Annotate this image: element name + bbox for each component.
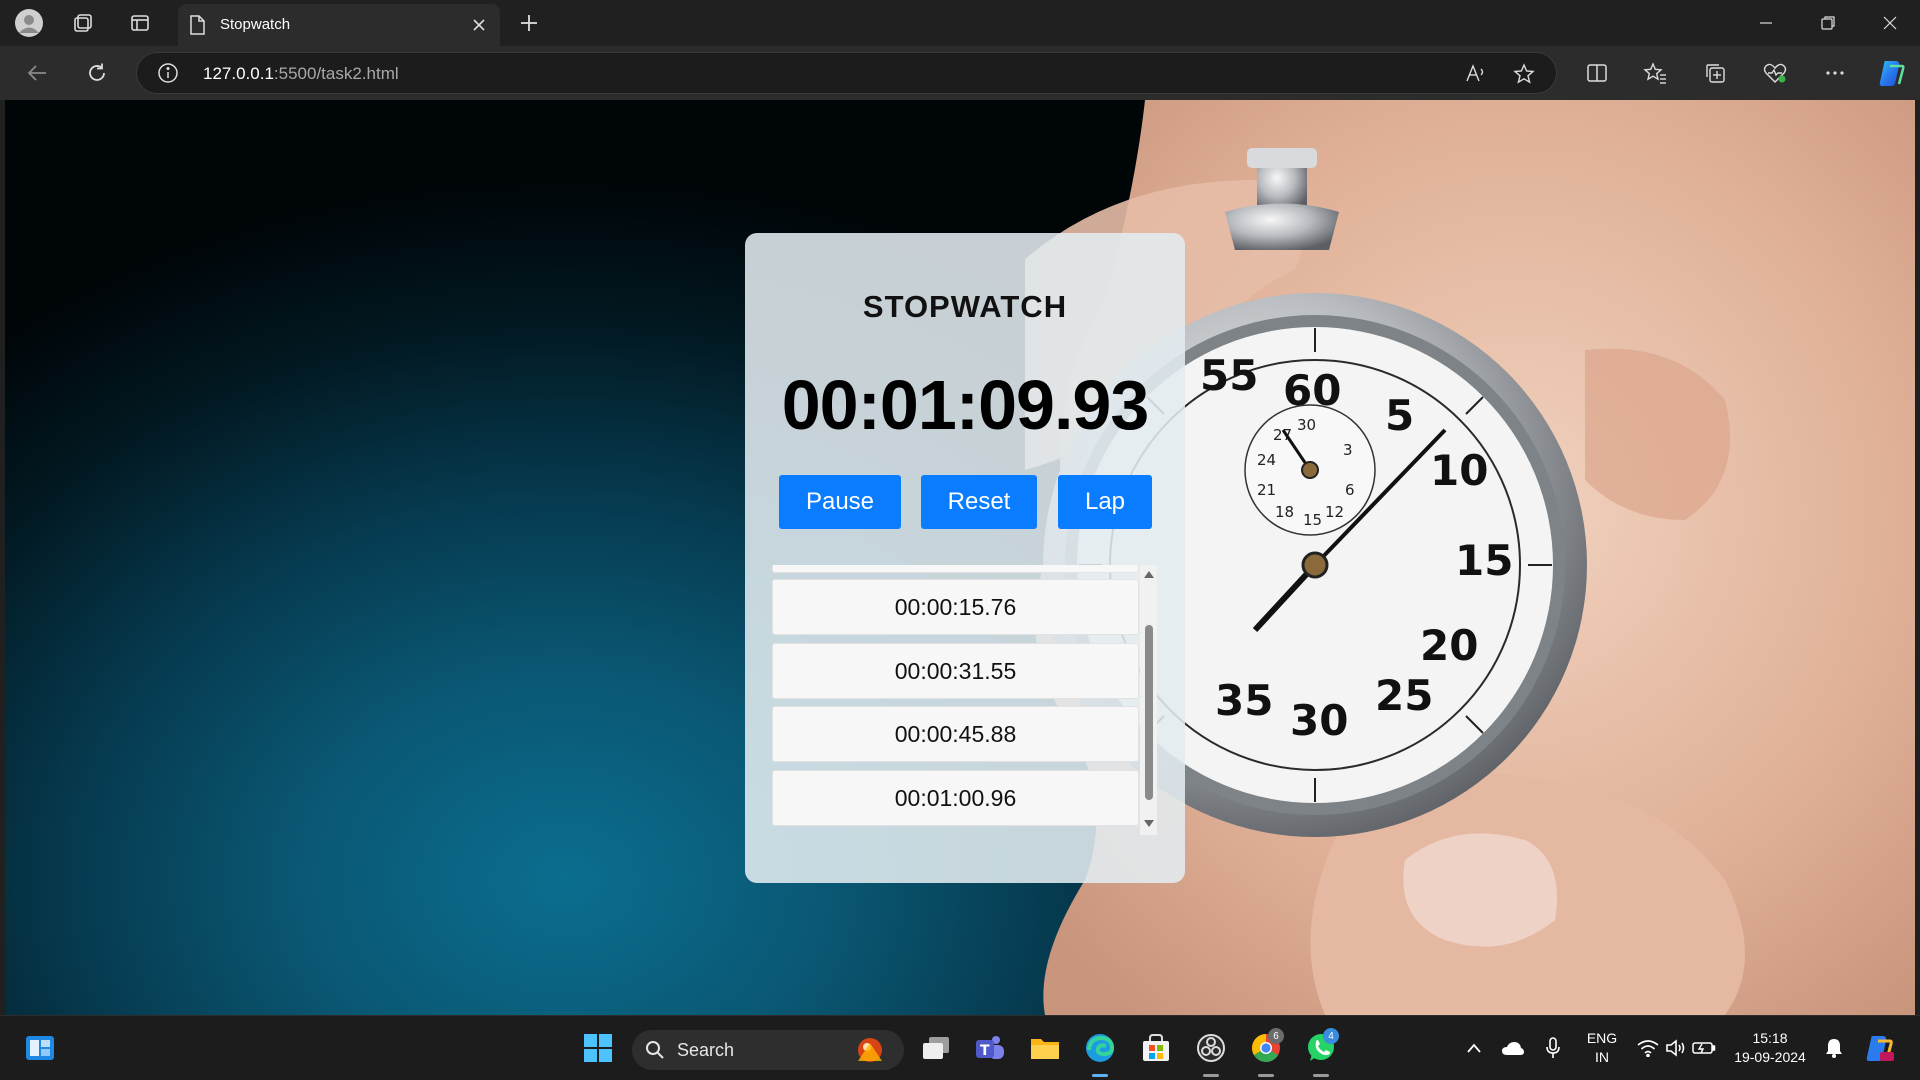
close-window-icon[interactable] — [1860, 0, 1920, 46]
svg-text:24: 24 — [1257, 451, 1276, 469]
tab-stopwatch[interactable]: Stopwatch — [178, 4, 500, 46]
lap-row-partial — [772, 565, 1139, 573]
restore-icon[interactable] — [1798, 0, 1858, 46]
pause-button[interactable]: Pause — [779, 475, 901, 529]
svg-text:35: 35 — [1215, 676, 1273, 725]
more-icon[interactable] — [1818, 56, 1852, 90]
obs-active-indicator — [1203, 1074, 1219, 1077]
clock-time: 15:18 — [1752, 1030, 1788, 1046]
chevron-up-icon[interactable] — [1454, 1028, 1494, 1068]
taskbar-search[interactable]: Search — [632, 1030, 904, 1070]
browser-titlebar: Stopwatch — [0, 0, 1920, 46]
svg-text:25: 25 — [1375, 671, 1433, 720]
favorite-star-icon[interactable] — [1511, 61, 1537, 87]
page-viewport: 60 5 10 15 20 25 30 35 55 30 3 6 12 15 18 21… — [5, 100, 1915, 1015]
back-icon[interactable] — [20, 56, 54, 90]
lap-row: 00:00:15.76 — [772, 579, 1139, 635]
svg-text:30: 30 — [1290, 696, 1348, 745]
svg-text:30: 30 — [1297, 416, 1316, 434]
time-display: 00:01:09.93 — [781, 366, 1150, 444]
lap-button[interactable]: Lap — [1058, 475, 1152, 529]
chrome-active-indicator — [1258, 1074, 1274, 1077]
svg-text:18: 18 — [1275, 503, 1294, 521]
edge-active-indicator — [1092, 1074, 1108, 1077]
search-highlight-icon — [858, 1038, 882, 1062]
close-icon[interactable] — [468, 14, 490, 36]
lap-row: 00:00:45.88 — [772, 706, 1139, 762]
battery-icon[interactable] — [1684, 1028, 1724, 1068]
plus-icon[interactable] — [514, 8, 544, 38]
notification-icon[interactable] — [1814, 1028, 1854, 1068]
collections-icon[interactable] — [1698, 56, 1732, 90]
search-label: Search — [677, 1040, 735, 1060]
page-icon — [188, 15, 206, 39]
whatsapp-badge: 4 — [1323, 1028, 1339, 1044]
svg-text:5: 5 — [1385, 391, 1414, 440]
svg-text:20: 20 — [1420, 621, 1478, 670]
copilot-icon[interactable] — [1874, 56, 1908, 90]
minimize-icon[interactable] — [1736, 0, 1796, 46]
svg-text:3: 3 — [1343, 441, 1353, 459]
chrome-badge: 6 — [1268, 1028, 1284, 1044]
profile-icon[interactable] — [14, 8, 44, 38]
svg-text:21: 21 — [1257, 481, 1276, 499]
copilot-taskbar-icon[interactable] — [1860, 1028, 1900, 1068]
svg-text:10: 10 — [1430, 446, 1488, 495]
widgets-icon[interactable] — [20, 1028, 60, 1068]
microphone-icon[interactable] — [1533, 1028, 1573, 1068]
svg-text:55: 55 — [1200, 351, 1258, 400]
refresh-icon[interactable] — [80, 56, 114, 90]
address-toolbar: 127.0.0.1:5500/task2.html — [0, 46, 1920, 100]
url-text: 127.0.0.1:5500/task2.html — [203, 64, 399, 84]
lap-row: 00:00:31.55 — [772, 643, 1139, 699]
workspaces-icon[interactable] — [68, 8, 98, 38]
stopwatch-card: STOPWATCH 00:01:09.93 Pause Reset Lap 00… — [745, 233, 1185, 883]
tab-title: Stopwatch — [220, 16, 291, 33]
app-title: STOPWATCH — [862, 289, 1068, 324]
scroll-up-icon[interactable] — [1143, 569, 1155, 579]
svg-text:T: T — [980, 1043, 990, 1059]
address-bar[interactable]: 127.0.0.1:5500/task2.html — [136, 52, 1557, 94]
clock-date: 19-09-2024 — [1734, 1049, 1806, 1065]
lap-list-scrollbar[interactable] — [1140, 565, 1157, 835]
read-aloud-icon[interactable] — [1463, 61, 1489, 87]
favorites-icon[interactable] — [1638, 56, 1672, 90]
svg-text:6: 6 — [1345, 481, 1355, 499]
svg-text:12: 12 — [1325, 503, 1344, 521]
split-screen-icon[interactable] — [1580, 56, 1614, 90]
scroll-down-icon[interactable] — [1143, 819, 1155, 829]
svg-text:15: 15 — [1303, 511, 1322, 529]
taskbar: Search T 6 4 ENG IN 15:18 19-09-2024 — [0, 1015, 1920, 1080]
lap-list[interactable]: 00:00:15.76 00:00:31.55 00:00:45.88 00:0… — [772, 565, 1139, 835]
language-code: ENG — [1586, 1030, 1618, 1046]
onedrive-icon[interactable] — [1493, 1028, 1533, 1068]
lap-row: 00:01:00.96 — [772, 770, 1139, 826]
region-code: IN — [1595, 1049, 1609, 1065]
svg-text:15: 15 — [1455, 536, 1513, 585]
scroll-thumb[interactable] — [1145, 625, 1153, 800]
url-host: 127.0.0.1 — [203, 64, 274, 83]
browser-essentials-icon[interactable] — [1758, 56, 1792, 90]
clock[interactable]: 15:18 19-09-2024 — [1728, 1029, 1812, 1067]
start-icon[interactable] — [578, 1028, 618, 1068]
reset-button[interactable]: Reset — [921, 475, 1037, 529]
teams-icon[interactable]: T — [970, 1028, 1010, 1068]
whatsapp-active-indicator — [1313, 1074, 1329, 1077]
file-explorer-icon[interactable] — [1025, 1028, 1065, 1068]
search-icon — [646, 1041, 664, 1059]
url-path: :5500/task2.html — [273, 64, 399, 83]
input-language[interactable]: ENG IN — [1580, 1029, 1624, 1067]
tab-actions-icon[interactable] — [125, 8, 155, 38]
task-view-icon[interactable] — [916, 1028, 956, 1068]
store-icon[interactable] — [1136, 1028, 1176, 1068]
info-icon[interactable] — [157, 62, 179, 88]
edge-icon[interactable] — [1080, 1028, 1120, 1068]
obs-icon[interactable] — [1191, 1028, 1231, 1068]
